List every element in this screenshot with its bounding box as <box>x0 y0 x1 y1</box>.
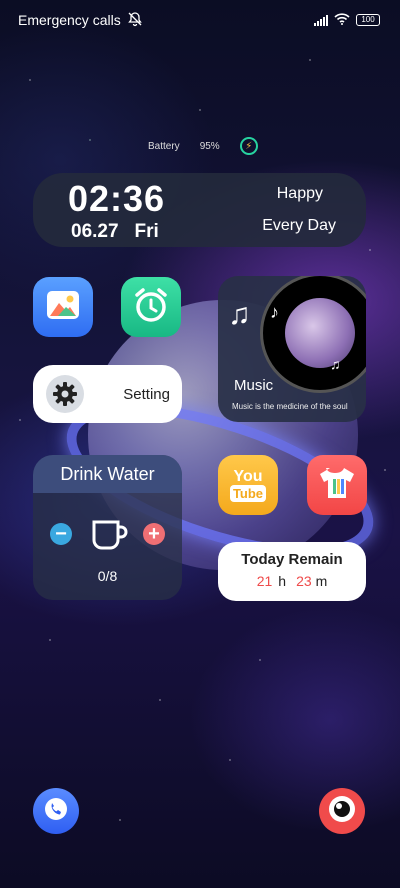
remain-hours: 21 <box>256 573 273 589</box>
remain-hours-unit: h <box>278 573 287 589</box>
clock-widget[interactable]: 02:36 06.27 Fri Happy Every Day <box>33 173 366 247</box>
drink-water-title: Drink Water <box>33 455 182 493</box>
weekday-text: Fri <box>134 221 159 242</box>
battery-icon: 100 <box>356 14 380 26</box>
today-remain-values: 21 h 23 m <box>218 573 366 589</box>
date-text: 06.27 <box>71 221 119 242</box>
music-title: Music <box>234 377 274 394</box>
clock-date: 06.27 Fri <box>71 221 159 243</box>
music-note-icon: ♫ <box>228 298 251 331</box>
music-note-small-icon: ♪ <box>270 302 279 322</box>
today-remain-title: Today Remain <box>241 551 343 568</box>
greeting-line-1: Happy <box>276 185 323 202</box>
album-cover <box>285 298 355 368</box>
camera-app-button[interactable] <box>319 788 365 834</box>
battery-percent: 95% <box>199 140 220 152</box>
mute-icon <box>127 11 143 30</box>
setting-label: Setting <box>123 385 170 403</box>
music-note-small-icon-2: ♫ <box>330 356 341 372</box>
carrier-text: Emergency calls <box>18 12 121 28</box>
youtube-icon: You Tube <box>229 468 267 502</box>
water-count: 0/8 <box>97 568 118 584</box>
remain-minutes-unit: m <box>315 573 328 589</box>
cup-icon <box>91 519 129 556</box>
gear-icon <box>46 375 84 413</box>
theme-app-button[interactable] <box>307 455 367 515</box>
tshirt-icon <box>318 466 356 505</box>
phone-app-button[interactable] <box>33 788 79 834</box>
music-subtitle: Music is the medicine of the soul <box>232 402 348 411</box>
battery-label: Battery <box>148 140 180 152</box>
drink-water-body: − + 0/8 <box>33 493 182 600</box>
status-right: 100 <box>314 12 380 28</box>
camera-icon <box>327 794 357 829</box>
increase-water-button[interactable]: + <box>143 523 165 545</box>
alarm-clock-icon <box>132 286 170 329</box>
remain-minutes: 23 <box>296 573 312 589</box>
youtube-icon-top: You <box>233 468 263 485</box>
gallery-icon <box>46 290 80 325</box>
vinyl-record-icon <box>260 276 366 393</box>
setting-widget[interactable]: Setting <box>33 365 182 423</box>
status-left: Emergency calls <box>18 11 143 30</box>
phone-icon <box>44 797 68 826</box>
status-bar: Emergency calls 100 <box>18 8 380 32</box>
music-widget[interactable]: ♫ ♪ ♫ Music Music is the medicine of the… <box>218 276 366 422</box>
greeting-line-2: Every Day <box>262 217 336 234</box>
drink-water-widget[interactable]: Drink Water − + 0/8 <box>33 455 182 600</box>
battery-info: Battery 95% ⚡ <box>148 137 258 155</box>
decrease-water-button[interactable]: − <box>50 523 72 545</box>
clock-time: 02:36 <box>68 178 166 219</box>
signal-icon <box>314 14 328 26</box>
charging-bolt-icon: ⚡ <box>239 137 258 155</box>
youtube-icon-bottom: Tube <box>229 485 267 502</box>
wifi-icon <box>334 12 350 28</box>
today-remain-widget[interactable]: Today Remain 21 h 23 m <box>218 542 366 601</box>
gallery-app-button[interactable] <box>33 277 93 337</box>
youtube-app-button[interactable]: You Tube <box>218 455 278 515</box>
clock-app-button[interactable] <box>121 277 181 337</box>
